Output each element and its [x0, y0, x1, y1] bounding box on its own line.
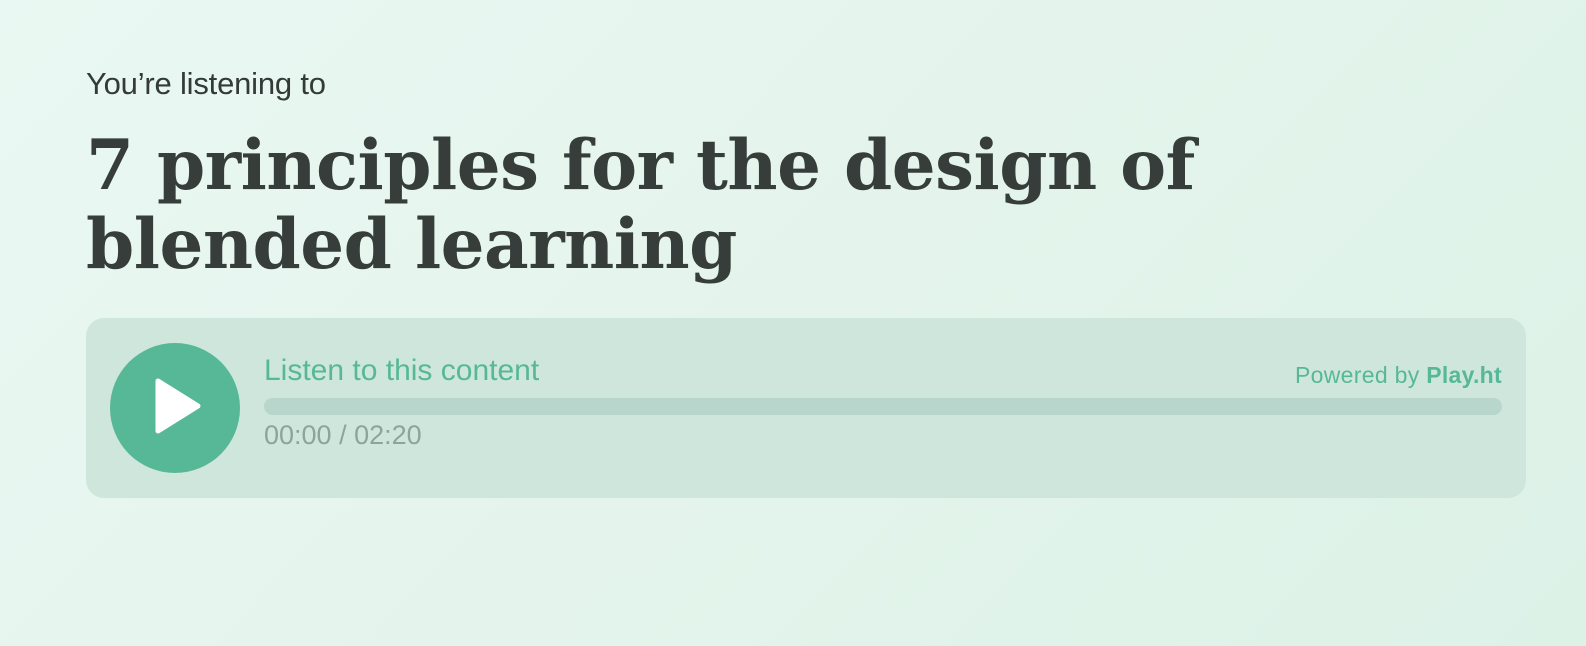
- play-button[interactable]: [110, 343, 240, 473]
- powered-by-link[interactable]: Powered by Play.ht: [1295, 362, 1502, 389]
- time-display: 00:00 / 02:20: [264, 420, 422, 450]
- audio-player: Listen to this content Powered by Play.h…: [86, 318, 1526, 498]
- progress-bar[interactable]: [264, 398, 1502, 415]
- play-icon: [155, 378, 201, 434]
- powered-by-brand: Play.ht: [1426, 362, 1502, 388]
- listen-label: Listen to this content: [264, 354, 540, 387]
- listening-to-label: You’re listening to: [86, 66, 326, 101]
- article-title: 7 principles for the design of blended l…: [86, 125, 1195, 285]
- powered-by-prefix: Powered by: [1295, 362, 1427, 388]
